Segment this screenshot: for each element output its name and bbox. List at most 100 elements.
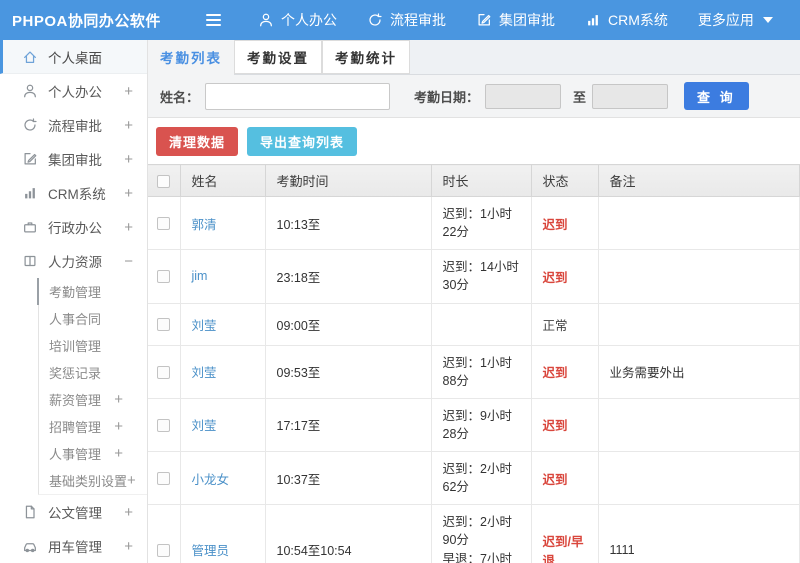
submenu-item-label: 招聘管理 [49, 420, 102, 435]
nav-group-approval[interactable]: 集团审批 [476, 10, 555, 30]
table-row: 郭清 10:13至 迟到：1小时22分 迟到 [148, 196, 800, 251]
sidebar-item-document-management[interactable]: 公文管理 + [0, 495, 147, 529]
expand-plus-icon[interactable]: + [124, 83, 133, 100]
tab-attendance-list[interactable]: 考勤列表 [148, 40, 234, 75]
hamburger-menu-icon[interactable] [206, 10, 226, 30]
submenu-item-training-management[interactable]: 培训管理 [39, 332, 147, 359]
sidebar-item-label: 行政办公 [48, 221, 102, 236]
person-icon [24, 84, 36, 98]
attendance-time-cell: 10:54至10:54 [265, 504, 432, 563]
attendance-time-cell: 09:00至 [265, 303, 432, 346]
row-checkbox[interactable] [157, 365, 171, 379]
tab-attendance-statistics[interactable]: 考勤统计 [322, 40, 410, 74]
attendance-time-cell: 09:53至 [265, 345, 432, 399]
expand-plus-icon[interactable]: + [124, 117, 133, 134]
status-cell: 迟到 [531, 196, 599, 251]
nav-personal-office[interactable]: 个人办公 [258, 10, 337, 30]
sidebar-item-admin-office[interactable]: 行政办公 + [0, 210, 147, 244]
home-icon [24, 50, 36, 63]
nav-more-apps[interactable]: 更多应用 [698, 10, 773, 30]
sidebar-item-personal-office[interactable]: 个人办公 + [0, 74, 147, 108]
bar-chart-icon [588, 15, 598, 26]
expand-plus-icon[interactable]: + [127, 472, 136, 489]
table-row: 刘莹 09:00至 正常 [148, 303, 800, 346]
sidebar-item-label: 个人办公 [48, 85, 102, 100]
sidebar-item-label: 人力资源 [48, 255, 102, 270]
submenu-item-attendance-management[interactable]: 考勤管理 [37, 278, 147, 305]
submenu-item-label: 基础类别设置 [49, 474, 128, 489]
status-cell: 迟到 [531, 398, 599, 453]
row-checkbox[interactable] [157, 318, 171, 332]
expand-plus-icon[interactable]: + [124, 538, 133, 555]
table-row: 刘莹 09:53至 迟到：1小时88分 迟到 业务需要外出 [148, 345, 800, 399]
employee-name-link[interactable]: 管理员 [192, 544, 230, 558]
sidebar-item-label: 流程审批 [48, 119, 102, 134]
expand-plus-icon[interactable]: + [114, 418, 123, 435]
table-header-row: 姓名 考勤时间 时长 状态 备注 [148, 164, 800, 197]
table-row: 小龙女 10:37至 迟到：2小时62分 迟到 [148, 451, 800, 506]
submenu-item-hr-contract[interactable]: 人事合同 [39, 305, 147, 332]
employee-name-link[interactable]: 刘莹 [192, 319, 217, 333]
expand-plus-icon[interactable]: + [114, 445, 123, 462]
column-header-status: 状态 [531, 164, 599, 197]
status-cell: 迟到 [531, 249, 599, 304]
submenu-item-base-category-settings[interactable]: 基础类别设置 + [39, 467, 147, 494]
duration-cell: 迟到：2小时62分 [431, 451, 532, 506]
tab-bar: 考勤列表 考勤设置 考勤统计 [148, 40, 800, 75]
sidebar-item-workflow-approval[interactable]: 流程审批 + [0, 108, 147, 142]
duration-cell: 迟到：1小时88分 [431, 345, 532, 399]
submenu-item-reward-punishment[interactable]: 奖惩记录 [39, 359, 147, 386]
employee-name-link[interactable]: 郭清 [192, 218, 217, 232]
expand-plus-icon[interactable]: + [114, 391, 123, 408]
collapse-minus-icon[interactable]: − [124, 253, 133, 270]
note-cell [598, 196, 800, 251]
sidebar-item-label: 个人桌面 [48, 50, 102, 66]
column-header-name: 姓名 [180, 164, 266, 197]
row-checkbox[interactable] [157, 418, 171, 432]
duration-cell [431, 303, 532, 346]
submenu-item-salary-management[interactable]: 薪资管理 + [39, 386, 147, 413]
table-row: 管理员 10:54至10:54 迟到：2小时90分 早退：7小时10分 迟到/早… [148, 504, 800, 563]
row-checkbox[interactable] [157, 472, 171, 486]
sidebar-item-group-approval[interactable]: 集团审批 + [0, 142, 147, 176]
row-checkbox[interactable] [157, 270, 171, 284]
submenu-item-personnel-management[interactable]: 人事管理 + [39, 440, 147, 467]
nav-crm-system[interactable]: CRM系统 [585, 10, 668, 30]
employee-name-link[interactable]: 刘莹 [192, 419, 217, 433]
employee-name-link[interactable]: 小龙女 [192, 473, 230, 487]
column-header-duration: 时长 [431, 164, 532, 197]
expand-plus-icon[interactable]: + [124, 185, 133, 202]
employee-name-link[interactable]: jim [192, 269, 208, 283]
hr-submenu: 考勤管理 人事合同 培训管理 奖惩记录 薪资管理 + 招聘管理 + 人事管理 +… [37, 278, 147, 495]
edit-icon [24, 153, 37, 165]
nav-workflow-approval[interactable]: 流程审批 [367, 10, 446, 30]
attendance-time-cell: 23:18至 [265, 249, 432, 304]
top-nav: 个人办公 流程审批 集团审批 CRM系统 更多应用 [258, 10, 773, 30]
employee-name-link[interactable]: 刘莹 [192, 366, 217, 380]
action-toolbar: 清理数据 导出查询列表 [148, 118, 800, 164]
attendance-time-cell: 17:17至 [265, 398, 432, 453]
expand-plus-icon[interactable]: + [124, 219, 133, 236]
nav-label: 流程审批 [390, 12, 446, 28]
bar-chart-icon [25, 188, 35, 199]
sidebar-item-crm-system[interactable]: CRM系统 + [0, 176, 147, 210]
sidebar-item-personal-desktop[interactable]: 个人桌面 [0, 40, 147, 74]
query-button[interactable]: 查 询 [684, 82, 749, 110]
submenu-item-recruitment-management[interactable]: 招聘管理 + [39, 413, 147, 440]
column-header-note: 备注 [598, 164, 800, 197]
history-icon [369, 13, 382, 26]
clean-data-button[interactable]: 清理数据 [156, 127, 239, 156]
select-all-checkbox[interactable] [157, 175, 171, 189]
expand-plus-icon[interactable]: + [124, 504, 133, 521]
sidebar-item-human-resources[interactable]: 人力资源 − [0, 244, 147, 278]
tab-attendance-settings[interactable]: 考勤设置 [234, 40, 322, 74]
sidebar-item-vehicle-management[interactable]: 用车管理 + [0, 529, 147, 563]
expand-plus-icon[interactable]: + [124, 151, 133, 168]
name-input[interactable] [205, 82, 391, 110]
row-checkbox[interactable] [157, 217, 171, 231]
date-to-input[interactable] [592, 83, 669, 109]
row-checkbox[interactable] [157, 543, 171, 557]
export-list-button[interactable]: 导出查询列表 [247, 127, 358, 156]
caret-down-icon [762, 17, 773, 23]
date-from-input[interactable] [485, 83, 562, 109]
